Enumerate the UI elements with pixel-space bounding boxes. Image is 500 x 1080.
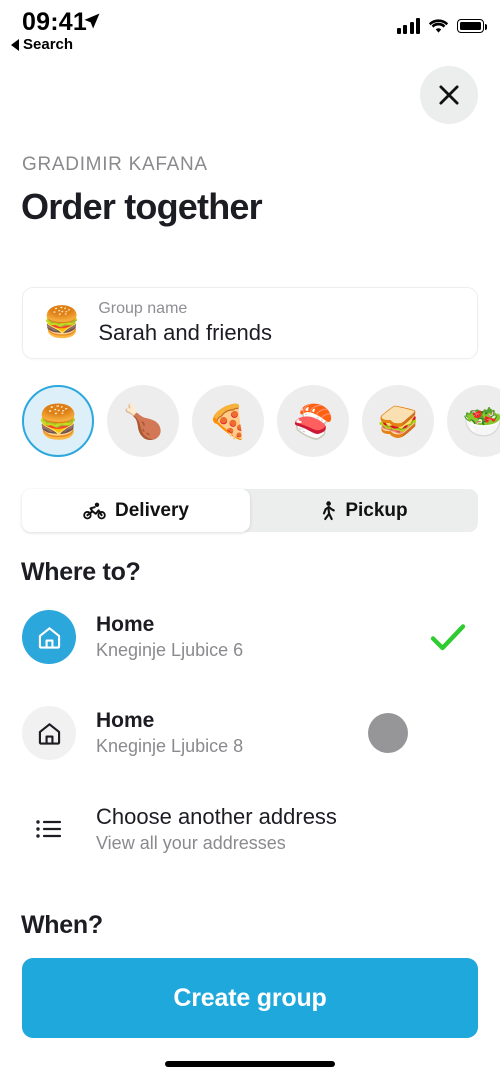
- address-loading-indicator: [368, 713, 408, 753]
- hamburger-emoji: 🍔: [43, 306, 81, 339]
- tab-delivery[interactable]: Delivery: [22, 489, 250, 532]
- choose-another-address-row[interactable]: Choose another address View all your add…: [22, 796, 478, 862]
- status-bar-time: 09:41: [22, 8, 87, 36]
- group-name-label: Group name: [98, 300, 188, 318]
- home-indicator: [165, 1061, 335, 1067]
- group-name-texts: Group name Sarah and friends: [98, 300, 272, 346]
- status-bar-indicators: [396, 18, 488, 34]
- page-title: Order together: [21, 186, 263, 227]
- group-name-field[interactable]: 🍔 Group name Sarah and friends: [22, 287, 478, 359]
- location-arrow-icon: [83, 12, 101, 30]
- close-icon: [439, 85, 459, 105]
- address-texts: Home Kneginje Ljubice 8: [96, 708, 368, 758]
- tab-delivery-label: Delivery: [115, 499, 189, 521]
- tab-pickup[interactable]: Pickup: [250, 489, 478, 532]
- create-group-button[interactable]: Create group: [22, 958, 478, 1038]
- choose-another-address-title: Choose another address: [96, 803, 337, 829]
- walking-person-icon: [323, 500, 336, 520]
- cellular-signal-icon: [396, 18, 420, 34]
- emoji-option-sushi[interactable]: 🍣: [277, 385, 349, 457]
- home-icon: [22, 706, 76, 760]
- close-button[interactable]: [420, 66, 478, 124]
- bicycle-icon: [83, 502, 106, 519]
- where-to-heading: Where to?: [21, 558, 141, 586]
- address-option-home-6[interactable]: Home Kneginje Ljubice 6: [22, 604, 478, 670]
- emoji-option-pizza[interactable]: 🍕: [192, 385, 264, 457]
- status-bar: 09:41 Search: [0, 0, 500, 58]
- choose-another-address-subtitle: View all your addresses: [96, 832, 286, 853]
- group-name-input[interactable]: Sarah and friends: [98, 320, 272, 346]
- emoji-option-poultry-leg[interactable]: 🍗: [107, 385, 179, 457]
- selected-check-icon: [428, 621, 470, 653]
- wifi-icon: [428, 18, 449, 34]
- address-texts: Home Kneginje Ljubice 6: [96, 612, 428, 662]
- emoji-option-hamburger[interactable]: 🍔: [22, 385, 94, 457]
- address-texts: Choose another address View all your add…: [96, 804, 478, 855]
- restaurant-name: GRADIMIR KAFANA: [22, 154, 208, 175]
- list-icon: [22, 802, 76, 856]
- emoji-picker[interactable]: 🍔 🍗 🍕 🍣 🥪 🥗: [22, 385, 500, 457]
- address-subtitle: Kneginje Ljubice 6: [96, 640, 244, 661]
- when-heading: When?: [21, 911, 103, 939]
- battery-full-icon: [457, 19, 488, 33]
- back-to-search-link[interactable]: Search: [11, 36, 73, 53]
- address-title: Home: [96, 709, 155, 733]
- tab-pickup-label: Pickup: [345, 499, 408, 521]
- home-icon: [22, 610, 76, 664]
- address-title: Home: [96, 613, 155, 637]
- back-caret-icon: [11, 38, 19, 51]
- back-link-label: Search: [23, 36, 74, 53]
- address-option-home-8[interactable]: Home Kneginje Ljubice 8: [22, 700, 478, 766]
- emoji-option-green-salad[interactable]: 🥗: [447, 385, 500, 457]
- order-together-screen: 09:41 Search GRADIMIR KAFANA Order toget…: [0, 0, 500, 1080]
- emoji-option-sandwich[interactable]: 🥪: [362, 385, 434, 457]
- address-subtitle: Kneginje Ljubice 8: [96, 736, 244, 757]
- fulfillment-mode-toggle[interactable]: Delivery Pickup: [22, 489, 478, 532]
